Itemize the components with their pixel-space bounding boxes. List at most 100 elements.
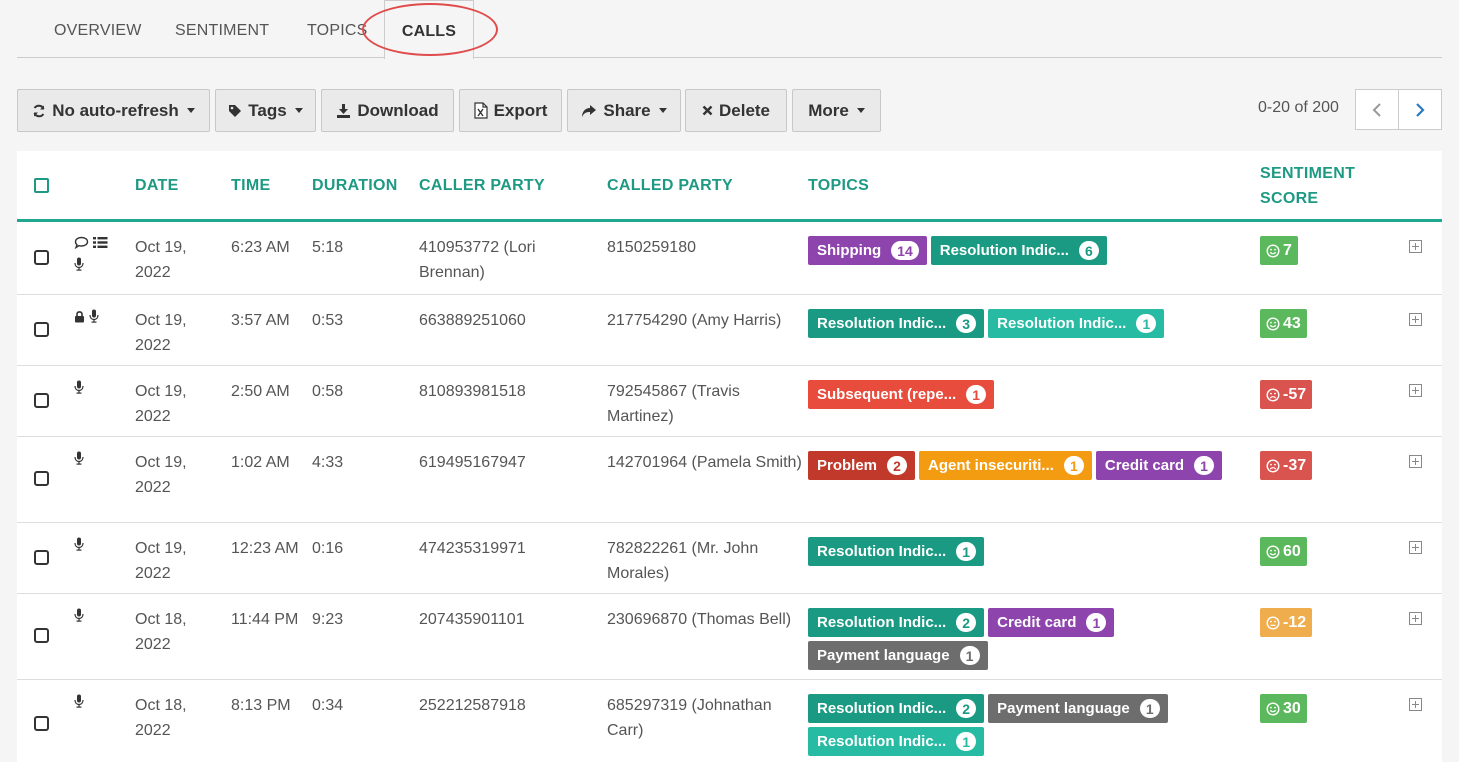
topic-tag[interactable]: Resolution Indic... 3	[808, 309, 985, 338]
table-row[interactable]: Oct 19, 2022 6:23 AM 5:18 410953772 (Lori B…	[17, 222, 1442, 295]
column-header-time[interactable]: TIME	[231, 173, 270, 198]
more-dropdown[interactable]: More	[792, 89, 881, 132]
sentiment-score-value: 7	[1283, 241, 1292, 259]
column-header-duration[interactable]: DURATION	[312, 173, 398, 198]
topic-tag[interactable]: Subsequent (repe... 1	[808, 380, 995, 409]
expand-row-icon[interactable]	[1409, 612, 1422, 625]
topic-tag-count: 1	[959, 646, 980, 665]
row-checkbox[interactable]	[34, 628, 49, 643]
column-header-topics[interactable]: TOPICS	[808, 173, 869, 198]
topic-tag-label: Resolution Indic...	[817, 614, 947, 631]
tags-dropdown[interactable]: Tags	[215, 89, 316, 132]
tab-sentiment[interactable]: SENTIMENT	[175, 0, 269, 58]
call-indicators	[74, 694, 114, 713]
table-row[interactable]: Oct 18, 2022 11:44 PM 9:23 207435901101 2306…	[17, 594, 1442, 680]
close-icon	[702, 105, 713, 116]
download-button[interactable]: Download	[321, 89, 454, 132]
table-row[interactable]: Oct 19, 2022 2:50 AM 0:58 810893981518 79254…	[17, 366, 1442, 437]
download-label: Download	[357, 100, 439, 120]
tab-overview[interactable]: OVERVIEW	[54, 0, 142, 58]
expand-row-icon[interactable]	[1409, 384, 1422, 397]
row-checkbox[interactable]	[34, 716, 49, 731]
topic-tag[interactable]: Resolution Indic... 6	[930, 236, 1107, 265]
cell-date: Oct 19, 2022	[135, 540, 187, 582]
expand-row-icon[interactable]	[1409, 240, 1422, 253]
column-header-sentiment-score[interactable]: SENTIMENT SCORE	[1260, 161, 1370, 211]
delete-button[interactable]: Delete	[685, 89, 787, 132]
topic-tag-count: 3	[956, 314, 977, 333]
topic-tag[interactable]: Resolution Indic... 2	[808, 608, 985, 637]
topic-tag[interactable]: Problem 2	[808, 451, 916, 480]
microphone-icon	[74, 451, 84, 470]
chevron-down-icon	[856, 108, 865, 113]
expand-row-icon[interactable]	[1409, 455, 1422, 468]
expand-row-icon[interactable]	[1409, 698, 1422, 711]
cell-date: Oct 19, 2022	[135, 239, 187, 281]
topic-tag[interactable]: Resolution Indic... 2	[808, 694, 985, 723]
topic-tag[interactable]: Resolution Indic... 1	[808, 727, 985, 756]
column-header-called-party[interactable]: CALLED PARTY	[607, 173, 733, 198]
topic-tag-count: 2	[956, 613, 977, 632]
chevron-down-icon	[186, 108, 195, 113]
smile-icon	[1266, 243, 1280, 258]
tag-icon	[229, 104, 242, 117]
neutral-face-icon	[1266, 615, 1280, 630]
share-dropdown[interactable]: Share	[567, 89, 681, 132]
cell-date: Oct 18, 2022	[135, 697, 187, 739]
cell-called: 8150259180	[607, 239, 696, 256]
tab-calls[interactable]: CALLS	[384, 0, 474, 59]
export-button[interactable]: Export	[459, 89, 562, 132]
cell-time: 2:50 AM	[231, 383, 290, 400]
tags-label: Tags	[248, 100, 287, 120]
cell-caller: 663889251060	[419, 312, 526, 329]
select-all-checkbox[interactable]	[34, 178, 49, 193]
sentiment-score-value: -37	[1283, 456, 1307, 474]
topic-tag-label: Agent insecuriti...	[928, 457, 1054, 474]
table-row[interactable]: Oct 19, 2022 1:02 AM 4:33 619495167947 14270…	[17, 437, 1442, 523]
export-label: Export	[493, 100, 548, 120]
topic-tags: Resolution Indic... 1	[808, 537, 1248, 566]
row-checkbox[interactable]	[34, 250, 49, 265]
topic-tag[interactable]: Payment language 1	[808, 641, 988, 670]
sentiment-score-value: -57	[1283, 385, 1307, 403]
topic-tag-count: 1	[966, 385, 987, 404]
sentiment-score-value: 30	[1283, 699, 1301, 717]
topic-tag[interactable]: Resolution Indic... 1	[988, 309, 1165, 338]
topic-tag-label: Resolution Indic...	[939, 242, 1069, 259]
cell-caller: 410953772 (Lori Brennan)	[419, 239, 536, 281]
cell-called: 230696870 (Thomas Bell)	[607, 611, 792, 628]
cell-called: 792545867 (Travis Martinez)	[607, 383, 740, 425]
topic-tag-label: Credit card	[1104, 457, 1185, 474]
table-header: DATE TIME DURATION CALLER PARTY CALLED P…	[17, 151, 1442, 222]
auto-refresh-dropdown[interactable]: No auto-refresh	[17, 89, 210, 132]
table-row[interactable]: Oct 18, 2022 8:13 PM 0:34 252212587918 68529…	[17, 680, 1442, 762]
excel-file-icon	[473, 102, 488, 119]
row-checkbox[interactable]	[34, 393, 49, 408]
topic-tag[interactable]: Payment language 1	[988, 694, 1168, 723]
topic-tag[interactable]: Credit card 1	[988, 608, 1115, 637]
next-page-button[interactable]	[1398, 89, 1442, 130]
expand-row-icon[interactable]	[1409, 313, 1422, 326]
previous-page-button[interactable]	[1355, 89, 1399, 130]
column-header-date[interactable]: DATE	[135, 173, 179, 198]
topic-tags: Resolution Indic... 3 Resolution Indic... 1	[808, 309, 1248, 338]
topic-tag[interactable]: Resolution Indic... 1	[808, 537, 985, 566]
calls-table: DATE TIME DURATION CALLER PARTY CALLED P…	[17, 151, 1442, 762]
sentiment-score-badge: -37	[1260, 451, 1313, 480]
call-indicators	[74, 380, 114, 399]
topic-tag-count: 1	[1136, 314, 1157, 333]
topic-tag[interactable]: Agent insecuriti... 1	[919, 451, 1092, 480]
topic-tag[interactable]: Shipping 14	[808, 236, 927, 265]
row-checkbox[interactable]	[34, 471, 49, 486]
expand-row-icon[interactable]	[1409, 541, 1422, 554]
table-row[interactable]: Oct 19, 2022 12:23 AM 0:16 474235319971 7828…	[17, 523, 1442, 594]
row-checkbox[interactable]	[34, 550, 49, 565]
row-checkbox[interactable]	[34, 322, 49, 337]
topic-tag-count: 1	[1086, 613, 1107, 632]
table-row[interactable]: Oct 19, 2022 3:57 AM 0:53 663889251060 21775…	[17, 295, 1442, 366]
tab-topics[interactable]: TOPICS	[307, 0, 367, 58]
refresh-icon	[33, 104, 45, 117]
topic-tag-label: Payment language	[997, 700, 1130, 717]
column-header-caller-party[interactable]: CALLER PARTY	[419, 173, 545, 198]
topic-tag[interactable]: Credit card 1	[1095, 451, 1223, 480]
